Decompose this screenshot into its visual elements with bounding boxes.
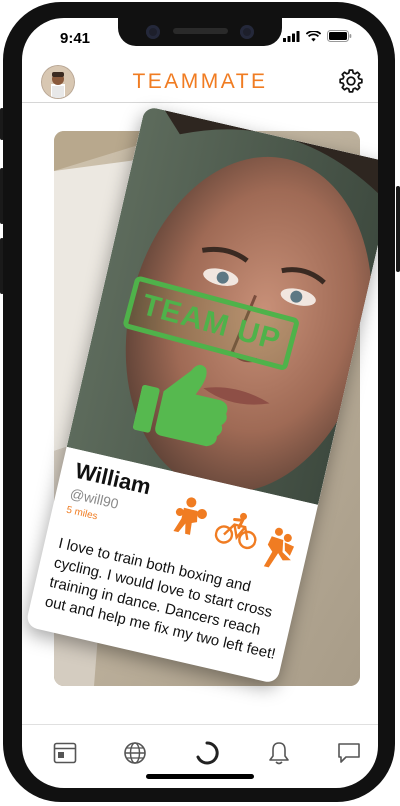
home-indicator — [146, 774, 254, 779]
cycling-icon — [214, 512, 257, 550]
settings-button[interactable] — [338, 68, 364, 99]
tab-match[interactable] — [192, 738, 222, 768]
dance-icon — [263, 527, 295, 568]
phone-frame: 9:41 TEAMMATE TEAM UP William @will90 5 … — [0, 0, 400, 806]
globe-icon — [124, 742, 146, 764]
status-icons — [283, 30, 352, 42]
tab-messages[interactable] — [334, 738, 364, 768]
tab-cards[interactable] — [50, 738, 80, 768]
card-icon — [53, 742, 77, 764]
wifi-icon — [306, 30, 321, 41]
front-camera — [146, 25, 160, 39]
top-bar: TEAMMATE — [22, 62, 378, 102]
sensor — [240, 25, 254, 39]
notch — [118, 18, 282, 46]
tab-explore[interactable] — [120, 738, 150, 768]
profile-distance: 5 miles — [65, 504, 99, 523]
gear-icon — [339, 69, 363, 93]
bell-icon — [269, 742, 289, 765]
screen: 9:41 TEAMMATE TEAM UP William @will90 5 … — [22, 18, 378, 788]
chat-icon — [338, 743, 360, 763]
speaker — [173, 28, 228, 34]
power-button — [396, 186, 400, 272]
top-bar-divider — [22, 102, 378, 103]
tab-notifications[interactable] — [264, 738, 294, 768]
signal-icon — [283, 30, 300, 42]
boxing-icon — [173, 497, 207, 535]
loading-icon — [196, 741, 219, 765]
app-logo: TEAMMATE — [132, 70, 268, 93]
battery-icon — [327, 30, 352, 42]
status-time: 9:41 — [60, 30, 91, 47]
